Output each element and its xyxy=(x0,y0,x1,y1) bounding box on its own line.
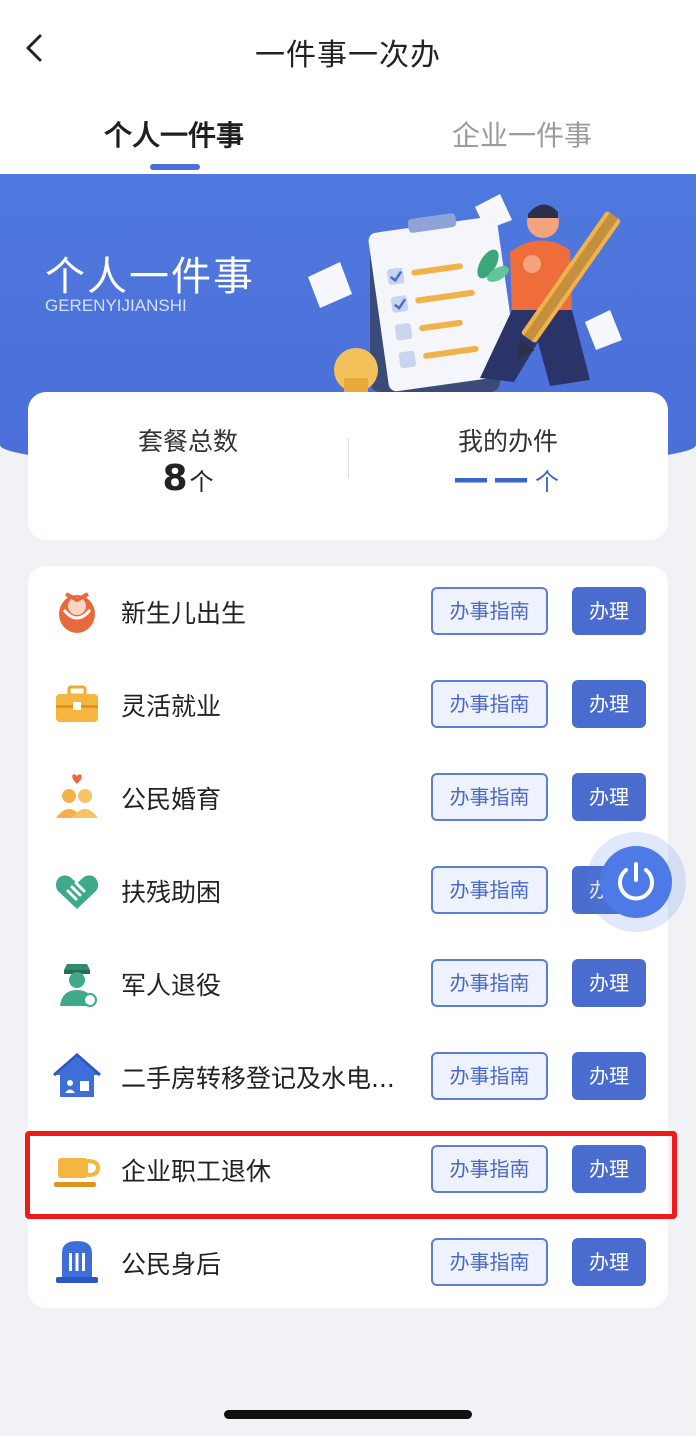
handle-button[interactable]: 办理 xyxy=(572,680,646,728)
list-item: 公民身后 办事指南 办理 xyxy=(28,1217,668,1309)
guide-button[interactable]: 办事指南 xyxy=(431,959,548,1007)
item-label: 扶残助困 xyxy=(121,878,222,907)
banner-title: 个人一件事 xyxy=(45,254,255,300)
package-total-label: 套餐总数 xyxy=(137,427,238,456)
page-title: 一件事一次办 xyxy=(255,38,441,73)
package-total-unit: 个 xyxy=(189,468,214,496)
list-item: 公民婚育 办事指南 办理 xyxy=(28,752,668,844)
tab-personal[interactable]: 个人一件事 xyxy=(104,114,244,154)
my-cases-value: ——个 xyxy=(348,458,668,499)
teacup-icon xyxy=(54,1158,101,1187)
banner-subtitle: GERENYIJIANSHI xyxy=(45,296,187,315)
item-label: 军人退役 xyxy=(121,971,222,1000)
stats-card: 套餐总数 8个 我的办件 ——个 xyxy=(28,392,668,540)
handle-button[interactable]: 办理 xyxy=(572,1238,646,1286)
guide-button[interactable]: 办事指南 xyxy=(431,1238,548,1286)
list-item: 新生儿出生 办事指南 办理 xyxy=(28,566,668,658)
floating-button-core xyxy=(600,846,672,918)
handle-button[interactable]: 办理 xyxy=(572,959,646,1007)
tab-bar: 个人一件事 企业一件事 xyxy=(0,100,696,174)
my-cases-label: 我的办件 xyxy=(457,427,558,456)
service-list: 新生儿出生 办事指南 办理 灵活就业 办事指南 办理 公民婚育 办事指南 办理 xyxy=(28,566,668,1308)
package-total-value: 8个 xyxy=(28,458,348,499)
tab-enterprise[interactable]: 企业一件事 xyxy=(452,114,592,154)
couple-icon xyxy=(56,774,98,818)
banner-illustration xyxy=(308,194,622,392)
item-label: 灵活就业 xyxy=(121,692,222,721)
power-icon xyxy=(618,862,654,901)
guide-button[interactable]: 办事指南 xyxy=(431,680,548,728)
briefcase-icon xyxy=(56,685,98,722)
guide-button[interactable]: 办事指南 xyxy=(431,1145,548,1193)
tab-indicator xyxy=(150,164,200,170)
handle-button[interactable]: 办理 xyxy=(572,1052,646,1100)
my-cases-stat[interactable]: 我的办件 ——个 xyxy=(348,392,668,540)
top-bar: 一件事一次办 xyxy=(0,0,696,100)
my-cases-number: —— xyxy=(453,458,533,499)
house-icon xyxy=(53,1053,101,1097)
item-label: 公民婚育 xyxy=(121,785,222,814)
memorial-icon xyxy=(56,1241,98,1283)
handle-button[interactable]: 办理 xyxy=(572,1145,646,1193)
list-item: 灵活就业 办事指南 办理 xyxy=(28,659,668,751)
item-label: 二手房转移登记及水电... xyxy=(121,1064,395,1093)
my-cases-unit: 个 xyxy=(535,468,563,496)
guide-button[interactable]: 办事指南 xyxy=(431,587,548,635)
handshake-icon xyxy=(55,875,99,909)
item-label: 新生儿出生 xyxy=(121,599,247,628)
floating-power-button[interactable] xyxy=(586,832,686,932)
list-item: 军人退役 办事指南 办理 xyxy=(28,938,668,1030)
package-total-number: 8 xyxy=(162,458,188,499)
item-label: 公民身后 xyxy=(121,1250,222,1279)
list-item: 企业职工退休 办事指南 办理 xyxy=(28,1124,668,1216)
guide-button[interactable]: 办事指南 xyxy=(431,866,548,914)
soldier-icon xyxy=(60,964,97,1007)
baby-icon xyxy=(59,592,95,633)
item-label: 企业职工退休 xyxy=(121,1157,272,1186)
handle-button[interactable]: 办理 xyxy=(572,773,646,821)
package-total-stat[interactable]: 套餐总数 8个 xyxy=(28,392,348,540)
guide-button[interactable]: 办事指南 xyxy=(431,773,548,821)
home-indicator[interactable] xyxy=(224,1410,472,1419)
handle-button[interactable]: 办理 xyxy=(572,587,646,635)
list-item: 二手房转移登记及水电... 办事指南 办理 xyxy=(28,1031,668,1123)
guide-button[interactable]: 办事指南 xyxy=(431,1052,548,1100)
list-item: 扶残助困 办事指南 办理 xyxy=(28,845,668,937)
